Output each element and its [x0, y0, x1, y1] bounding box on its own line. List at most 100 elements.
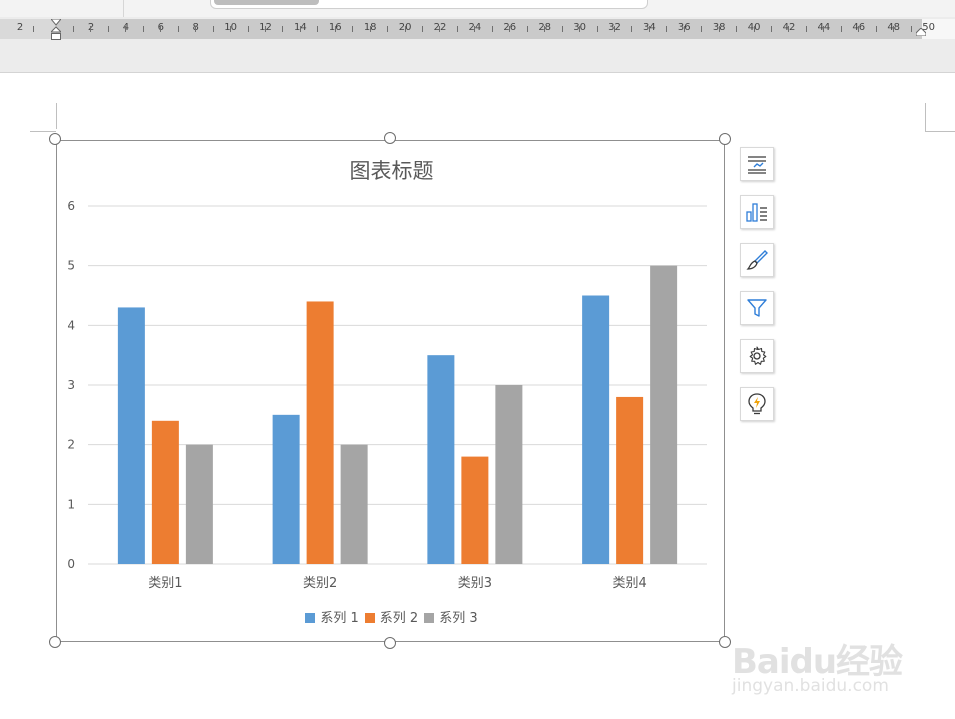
y-tick-label: 1	[67, 497, 75, 511]
ruler-tick	[33, 26, 34, 32]
lightbulb-icon	[748, 393, 766, 415]
ruler-tick	[561, 26, 563, 32]
ruler-tick	[579, 26, 581, 32]
page-corner-mark	[925, 103, 926, 131]
horizontal-ruler[interactable]: 2246810121416182022242628303234363840424…	[0, 19, 955, 41]
resize-handle-bottom-right[interactable]	[719, 636, 731, 648]
ruler-tick	[107, 26, 109, 32]
chart-smart-tips-button[interactable]	[740, 387, 774, 421]
x-category-label: 类别2	[303, 576, 337, 591]
bar-1-4[interactable]	[582, 295, 610, 565]
ruler-tick	[369, 26, 371, 32]
ruler-tick	[753, 26, 755, 32]
ruler-tick	[456, 26, 458, 32]
bar-3-4[interactable]	[650, 265, 678, 564]
chart-object[interactable]: 图表标题 0 1 2 3 4 5 6 类别1 类别2 类别3 类别4 系列 1 系列 2 系列 3	[56, 140, 725, 642]
resize-handle-bottom-left[interactable]	[49, 636, 61, 648]
ruler-tick	[299, 26, 301, 32]
ruler-tick	[683, 26, 685, 32]
watermark-url: jingyan.baidu.com	[732, 676, 889, 696]
ruler-tick	[596, 26, 598, 32]
indent-marker-icon[interactable]	[51, 19, 61, 41]
ruler-tick	[823, 26, 825, 32]
legend-label: 系列 2	[379, 611, 419, 626]
ruler-number: 50	[922, 22, 935, 33]
ruler-tick	[718, 26, 720, 32]
chart-elements-button[interactable]	[740, 147, 774, 181]
resize-handle-top-left[interactable]	[49, 133, 61, 145]
resize-handle-bottom[interactable]	[384, 637, 396, 649]
ruler-tick	[195, 26, 197, 32]
legend-swatch	[305, 613, 316, 623]
y-tick-label: 3	[67, 378, 75, 392]
y-tick-label: 6	[67, 199, 75, 213]
ruler-tick	[439, 26, 441, 32]
ruler-tick	[247, 26, 249, 32]
ruler-number: 2	[16, 22, 24, 33]
chart-style-button[interactable]	[740, 195, 774, 229]
bar-1-2[interactable]	[272, 414, 300, 564]
bar-2-4[interactable]	[616, 396, 644, 564]
ruler-tick	[613, 26, 615, 32]
ruler-tick	[125, 26, 127, 32]
legend-item[interactable]: 系列 3	[424, 607, 478, 626]
ruler-tick	[212, 26, 214, 32]
ruler-tick	[404, 26, 406, 32]
y-tick-label: 0	[67, 557, 75, 571]
ruler-tick	[893, 26, 895, 32]
ruler-tick	[736, 26, 738, 32]
y-tick-label: 4	[67, 318, 75, 332]
ruler-tick	[352, 26, 354, 32]
bar-3-1[interactable]	[185, 444, 213, 564]
ruler-tick	[177, 26, 179, 32]
ruler-tick	[875, 26, 877, 32]
legend-swatch	[364, 613, 375, 623]
ruler-tick	[840, 26, 842, 32]
bar-2-1[interactable]	[151, 420, 179, 564]
ruler-tick	[666, 26, 668, 32]
ruler-tick	[491, 26, 493, 32]
bar-1-1[interactable]	[117, 307, 145, 564]
ruler-tick	[282, 26, 284, 32]
scrollbar-thumb[interactable]	[214, 0, 319, 5]
bar-3-3[interactable]	[495, 385, 523, 564]
chart-legend[interactable]: 系列 1 系列 2 系列 3	[57, 607, 726, 626]
ruler-tick	[230, 26, 232, 32]
chart-paint-button[interactable]	[740, 243, 774, 277]
legend-label: 系列 1	[320, 611, 359, 626]
bar-1-3[interactable]	[427, 355, 455, 564]
y-tick-label: 5	[67, 259, 75, 273]
resize-handle-top-right[interactable]	[719, 133, 731, 145]
resize-handle-top[interactable]	[384, 132, 396, 144]
ruler-tick	[526, 26, 528, 32]
filter-icon	[747, 299, 767, 317]
page-corner-mark	[925, 131, 955, 132]
legend-item[interactable]: 系列 1	[305, 607, 359, 626]
ruler-tick	[334, 26, 336, 32]
ruler-tick	[805, 26, 807, 32]
y-tick-label: 2	[67, 438, 75, 452]
ruler-tick	[90, 26, 92, 32]
ruler-tick	[788, 26, 790, 32]
horizontal-scrollbar[interactable]	[210, 0, 648, 9]
page-corner-mark	[56, 103, 57, 129]
x-category-label: 类别3	[458, 576, 492, 591]
ruler-tick	[73, 26, 74, 32]
chart-style-icon	[746, 203, 767, 222]
chart-plot-area[interactable]: 0 1 2 3 4 5 6 类别1 类别2 类别3 类别4	[57, 141, 726, 643]
ruler-tick	[858, 26, 860, 32]
ruler-tick	[160, 26, 162, 32]
top-strip	[0, 0, 955, 17]
page-corner-mark	[30, 131, 56, 132]
legend-item[interactable]: 系列 2	[364, 607, 419, 626]
chart-settings-button[interactable]	[740, 339, 774, 373]
bar-2-2[interactable]	[306, 301, 334, 564]
chart-filter-button[interactable]	[740, 291, 774, 325]
baidu-watermark: Baidu经验 jingyan.baidu.com	[732, 628, 952, 708]
bar-3-2[interactable]	[340, 444, 368, 564]
bar-2-3[interactable]	[461, 456, 489, 564]
ruler-tick	[771, 26, 772, 32]
ruler-left-margin	[0, 19, 56, 39]
ruler-tick	[648, 26, 650, 32]
ruler-tick	[142, 26, 144, 32]
